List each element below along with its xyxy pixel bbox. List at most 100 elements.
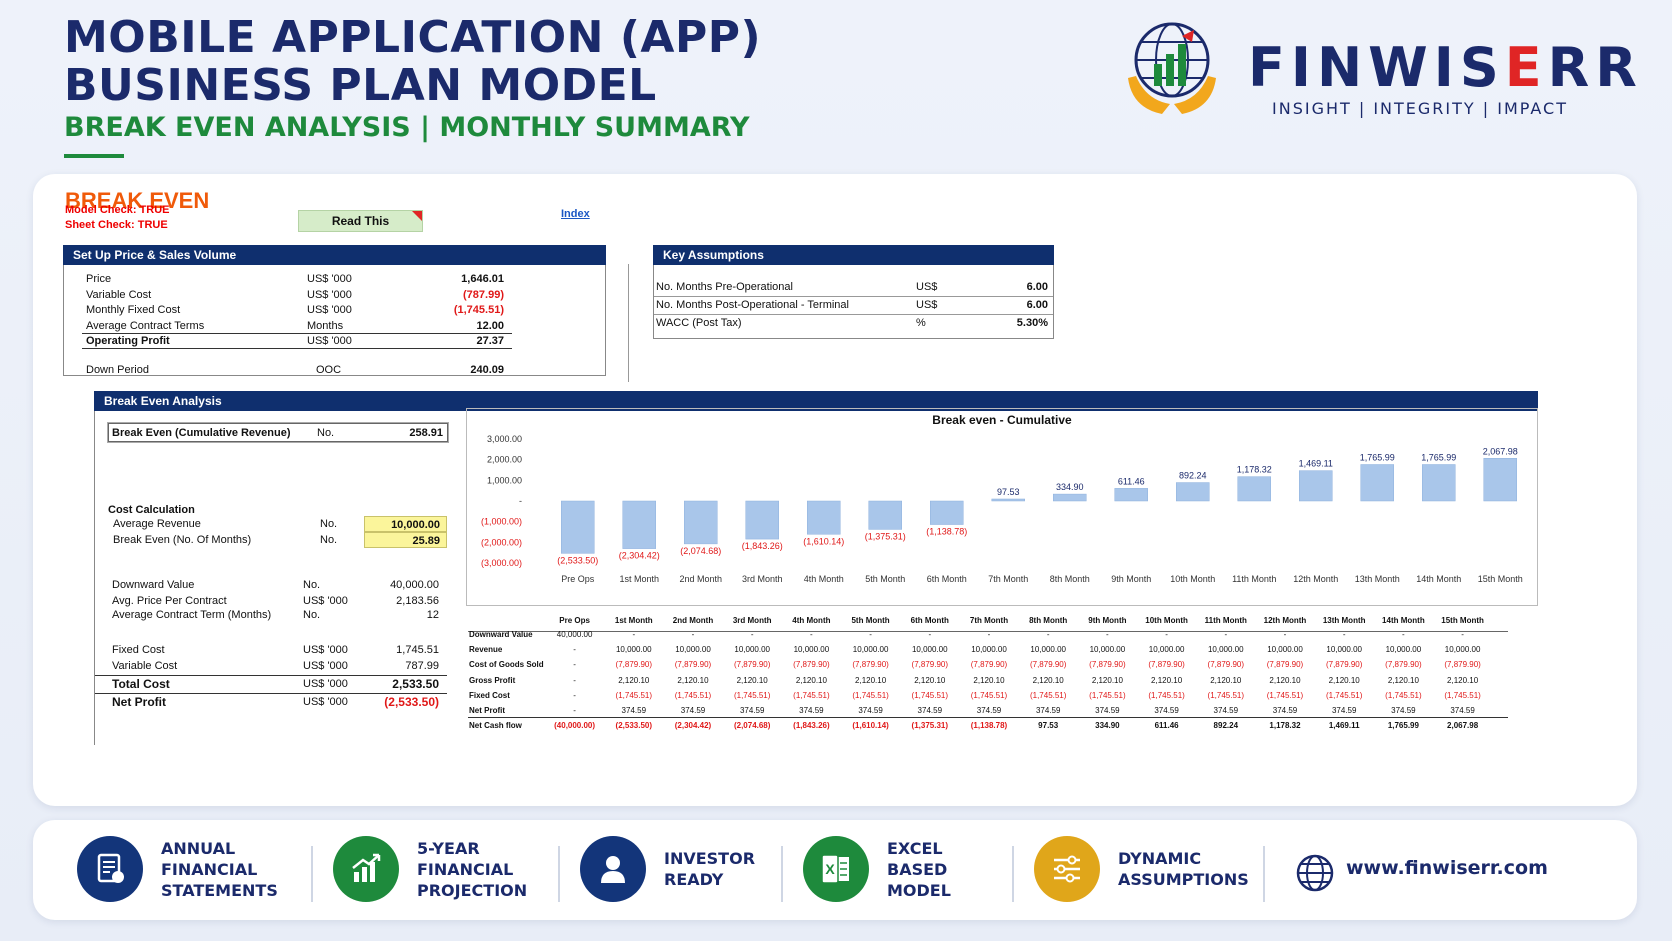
website-link[interactable]: www.finwiserr.com [1346, 857, 1548, 879]
table-cell: 334.90 [1095, 721, 1120, 731]
sliders-icon [1034, 836, 1100, 902]
setup-row-label: Monthly Fixed Cost [86, 304, 181, 316]
table-cell: (1,745.51) [615, 690, 653, 700]
table-cell: - [573, 675, 576, 685]
chart-bar [745, 500, 779, 540]
table-cell: 1,178.32 [1269, 721, 1301, 731]
table-row-label: Downward Value [469, 630, 533, 639]
table-cell: 40,000.00 [556, 630, 593, 639]
bar-value-label: (1,843.26) [742, 541, 783, 551]
assumption-unit: US$ [916, 281, 938, 293]
table-cell: - [691, 630, 695, 639]
bar-value-label: 611.46 [1118, 476, 1145, 486]
bar-value-label: (2,533.50) [557, 555, 598, 565]
feature-label: ANNUAL FINANCIAL STATEMENTS [161, 839, 278, 900]
setup-row-label: Variable Cost [86, 288, 152, 301]
footer-divider [311, 846, 313, 902]
analysis-row-label: Average Contract Term (Months) [112, 609, 272, 621]
table-cell: (7,879.90) [1148, 660, 1185, 670]
table-cell: 10,000.00 [1207, 645, 1244, 655]
assumption-value[interactable]: 6.00 [954, 297, 1048, 313]
y-tick-label: (1,000.00) [481, 517, 522, 527]
break-even-months-unit: No. [320, 534, 338, 546]
y-tick-label: (2,000.00) [481, 537, 522, 547]
analysis-row-label: Fixed Cost [112, 644, 165, 656]
growth-chart-icon [333, 836, 399, 902]
feature-item: DYNAMIC ASSUMPTIONS [1012, 820, 1274, 920]
table-cell: 10,000.00 [1148, 645, 1185, 655]
analysis-row-value: 12 [426, 609, 439, 621]
table-cell: 10,000.00 [793, 645, 830, 655]
table-cell: (1,745.51) [1148, 690, 1185, 700]
footer-divider [558, 846, 560, 902]
table-cell: - [750, 630, 754, 639]
chart-bar [561, 500, 595, 554]
chart-bar [1114, 488, 1148, 502]
chart-bar [1360, 464, 1394, 502]
index-link[interactable]: Index [561, 208, 590, 220]
assumption-value[interactable]: 6.00 [954, 279, 1048, 295]
table-row-label: Revenue [469, 645, 503, 655]
table-cell: 2,120.10 [1269, 675, 1301, 685]
bar-value-label: (1,375.31) [865, 531, 906, 541]
assumption-value[interactable]: 5.30% [954, 315, 1048, 331]
y-tick-label: 3,000.00 [487, 434, 522, 444]
feature-label: INVESTOR READY [664, 849, 756, 889]
table-cell: (1,745.51) [1029, 690, 1067, 700]
analysis-row-value: 1,745.51 [396, 644, 439, 656]
setup-row-label: Operating Profit [86, 335, 170, 347]
chart-bar [1237, 476, 1271, 502]
features-footer: ANNUAL FINANCIAL STATEMENTS 5-YEAR FINANC… [33, 820, 1637, 920]
x-category-label: 8th Month [1050, 574, 1090, 584]
table-cell: - [987, 630, 991, 639]
table-cell: 10,000.00 [1267, 645, 1303, 655]
average-revenue-label: Average Revenue [113, 518, 201, 530]
table-cell: (40,000.00) [554, 721, 596, 731]
table-cell: (7,879.90) [1207, 660, 1245, 670]
table-cell: 2,120.10 [1210, 675, 1242, 685]
feature-item: X EXCEL BASED MODEL [781, 820, 1043, 920]
x-category-label: 5th Month [865, 574, 905, 584]
table-cell: - [573, 660, 576, 670]
table-cell: (7,879.90) [911, 660, 949, 670]
row-rule [82, 348, 512, 349]
table-cell: 10,000.00 [911, 645, 948, 655]
table-cell: (1,745.51) [1207, 690, 1245, 700]
footer-divider [1012, 846, 1014, 902]
statements-icon [77, 836, 143, 902]
average-revenue-input[interactable]: 10,000.00 [364, 516, 447, 532]
table-cell: - [810, 630, 813, 639]
break-even-months-input[interactable]: 25.89 [364, 532, 447, 548]
feature-label: DYNAMIC ASSUMPTIONS [1118, 849, 1249, 889]
read-this-button[interactable]: Read This [298, 210, 423, 232]
analysis-row-value: 787.99 [405, 660, 439, 672]
chart-bar [930, 500, 964, 525]
feature-item: ANNUAL FINANCIAL STATEMENTS [77, 820, 317, 920]
setup-row-unit: US$ '000 [307, 273, 352, 285]
down-period-value: 240.09 [470, 364, 504, 376]
analysis-row-value: 2,533.50 [392, 677, 439, 691]
table-cell: 10,000.00 [615, 645, 652, 655]
table-cell: - [632, 630, 636, 639]
table-row-label: Gross Profit [469, 675, 516, 685]
setup-row-label: Average Contract Terms [86, 319, 205, 332]
brand-name: FINWISERR [1248, 36, 1643, 99]
table-cell: (1,745.51) [911, 690, 949, 700]
sheet-check: Sheet Check: TRUE [65, 219, 168, 231]
table-cell: (1,745.51) [970, 690, 1008, 700]
table-cell: 10,000.00 [1444, 645, 1481, 655]
table-cell: 10,000.00 [1030, 645, 1066, 655]
table-cell: 611.46 [1154, 721, 1179, 731]
bar-value-label: 1,765.99 [1421, 453, 1456, 463]
bar-value-label: 2,067.98 [1483, 446, 1518, 456]
table-cell: (1,375.31) [911, 721, 949, 731]
bar-value-label: 1,178.32 [1237, 465, 1272, 475]
analysis-row-label: Total Cost [112, 677, 170, 691]
setup-row-value: 1,646.01 [461, 273, 504, 285]
table-cell: (1,745.51) [1385, 690, 1422, 700]
table-cell: (7,879.90) [793, 660, 830, 670]
break-even-months-label: Break Even (No. Of Months) [113, 534, 252, 546]
table-cell: 2,120.10 [795, 675, 827, 685]
bar-value-label: 892.24 [1179, 471, 1207, 481]
table-cell: (7,879.90) [852, 660, 889, 670]
